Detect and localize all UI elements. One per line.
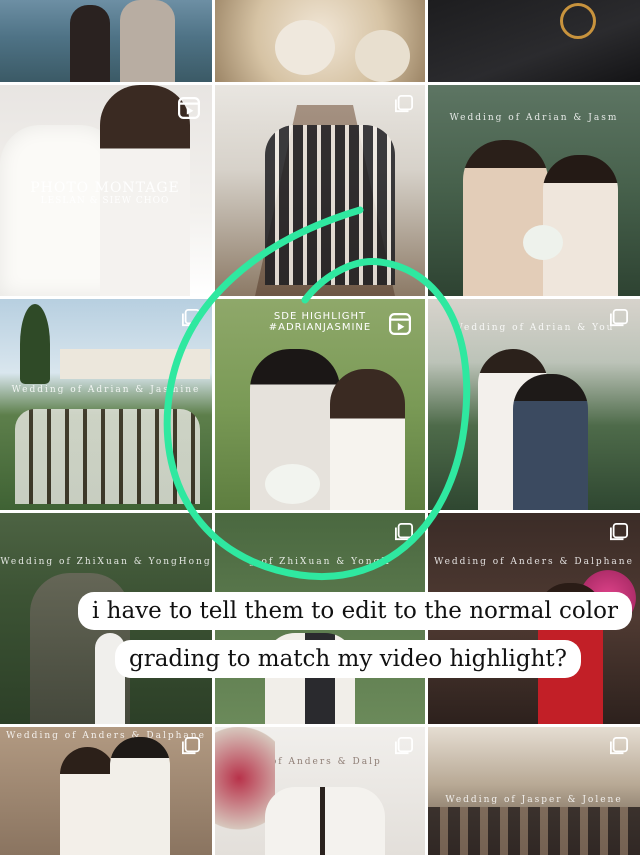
multi-photo-icon xyxy=(395,523,413,541)
multi-photo-icon xyxy=(610,523,628,541)
tile-caption: Wedding of Anders & Dalphane xyxy=(6,731,206,741)
couple-figures xyxy=(265,787,385,855)
groom-figure xyxy=(120,0,175,82)
caption-line-2: grading to match my video highlight? xyxy=(115,640,582,678)
grid-tile-r1c0[interactable]: PHOTO MONTAGE LESLAN & SIEW CHOO xyxy=(0,85,212,296)
group-figures xyxy=(15,409,200,504)
palm-tree xyxy=(20,304,50,384)
tile-caption: Wedding of ZhiXuan & YongHong xyxy=(0,557,212,567)
grid-tile-r4c2[interactable]: Wedding of Jasper & Jolene xyxy=(428,727,640,855)
sde-highlight-overlay: SDE HIGHLIGHT #ADRIANJASMINE xyxy=(255,311,385,333)
multi-photo-icon xyxy=(395,95,413,113)
montage-title: PHOTO MONTAGE xyxy=(30,180,180,196)
grid-tile-r2c0[interactable]: Wedding of Adrian & Jasmine xyxy=(0,299,212,510)
multi-photo-icon xyxy=(610,737,628,755)
groom-figure xyxy=(463,140,548,296)
sde-hashtag: #ADRIANJASMINE xyxy=(268,322,372,333)
rose-detail-2 xyxy=(355,30,410,82)
guest-crowd xyxy=(428,807,640,855)
tile-caption: Wedding of Adrian & Jasm xyxy=(449,113,619,123)
multi-photo-icon xyxy=(395,737,413,755)
multi-photo-icon xyxy=(182,737,200,755)
tile-caption: Wedding of Jasper & Jolene xyxy=(445,795,623,805)
grid-tile-r2c2[interactable]: Wedding of Adrian & You xyxy=(428,299,640,510)
montage-subtitle: LESLAN & SIEW CHOO xyxy=(40,196,170,206)
bride-figure xyxy=(543,155,618,296)
photo-grid: PHOTO MONTAGE LESLAN & SIEW CHOO Wedding… xyxy=(0,0,640,855)
group-figures xyxy=(265,125,395,285)
grid-tile-r0c2[interactable] xyxy=(428,0,640,82)
multi-photo-icon xyxy=(610,309,628,327)
couple-figure xyxy=(70,5,110,82)
bride-figure xyxy=(60,747,115,855)
grid-tile-r4c0[interactable]: Wedding of Anders & Dalphane xyxy=(0,727,212,855)
tile-caption: g of ZhiXuan & YongH xyxy=(248,557,392,567)
rose-detail xyxy=(275,20,335,75)
caption-line-1: i have to tell them to edit to the norma… xyxy=(78,592,632,630)
ring-detail xyxy=(560,3,596,39)
grid-tile-r4c1[interactable]: g of Anders & Dalp xyxy=(215,727,425,855)
reel-icon xyxy=(389,313,411,335)
sde-title: SDE HIGHLIGHT xyxy=(273,311,367,322)
tile-caption: Wedding of Adrian & You xyxy=(453,323,615,333)
bouquet xyxy=(265,464,320,504)
grid-tile-r2c1[interactable]: SDE HIGHLIGHT #ADRIANJASMINE xyxy=(215,299,425,510)
grid-tile-r0c0[interactable] xyxy=(0,0,212,82)
bouquet xyxy=(523,225,563,260)
reel-icon xyxy=(178,97,200,119)
photo-montage-overlay: PHOTO MONTAGE LESLAN & SIEW CHOO xyxy=(20,180,190,206)
grid-tile-r0c1[interactable] xyxy=(215,0,425,82)
tile-caption: Wedding of Adrian & Jasmine xyxy=(11,385,201,395)
groom-figure xyxy=(110,737,170,855)
grid-tile-r1c2[interactable]: Wedding of Adrian & Jasm xyxy=(428,85,640,296)
grid-tile-r1c1[interactable] xyxy=(215,85,425,296)
groom-figure xyxy=(513,374,588,510)
multi-photo-icon xyxy=(182,309,200,327)
colonial-building xyxy=(60,349,210,379)
bride-figure xyxy=(330,369,405,510)
